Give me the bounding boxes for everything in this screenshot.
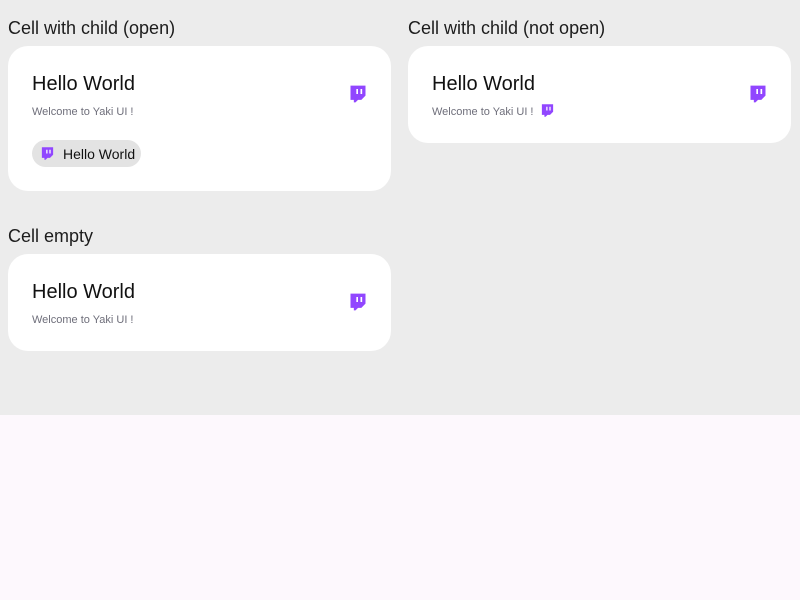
cell-title: Hello World [432, 73, 535, 95]
twitch-icon [348, 292, 368, 312]
chip-label: Hello World [63, 145, 136, 162]
cell-subtitle: Welcome to Yaki UI ! [32, 106, 134, 118]
cell-open[interactable]: Hello World Welcome to Yaki UI ! Hello W… [8, 46, 391, 191]
cell-empty[interactable]: Hello World Welcome to Yaki UI ! [8, 254, 391, 351]
section-label-empty: Cell empty [8, 226, 94, 246]
cell-title: Hello World [32, 281, 135, 303]
cell-subtitle: Welcome to Yaki UI ! [32, 314, 134, 326]
twitch-icon [748, 84, 768, 104]
child-chip[interactable]: Hello World [32, 140, 141, 167]
twitch-icon [348, 84, 368, 104]
twitch-icon [40, 146, 55, 161]
twitch-icon [540, 103, 555, 118]
cell-title: Hello World [32, 73, 135, 95]
section-label-open: Cell with child (open) [8, 18, 176, 38]
cell-not-open[interactable]: Hello World Welcome to Yaki UI ! [408, 46, 791, 143]
section-label-not-open: Cell with child (not open) [408, 18, 606, 38]
cell-subtitle: Welcome to Yaki UI ! [432, 106, 534, 118]
